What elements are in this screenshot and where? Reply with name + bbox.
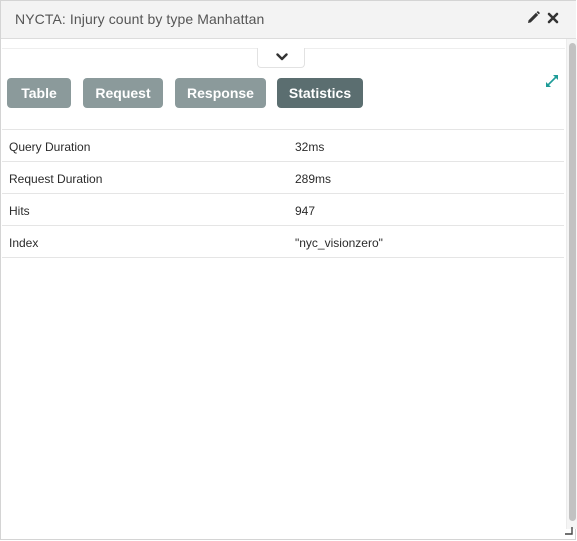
collapse-toggle[interactable] — [257, 48, 305, 68]
table-row: Hits 947 — [2, 194, 564, 226]
stat-value: 32ms — [295, 140, 325, 154]
stat-key: Hits — [9, 204, 30, 218]
stat-key: Request Duration — [9, 172, 103, 186]
pencil-icon[interactable] — [527, 11, 541, 25]
tab-table[interactable]: Table — [7, 78, 71, 108]
stat-value: 289ms — [295, 172, 332, 186]
stat-key: Query Duration — [9, 140, 91, 154]
table-row: Index "nyc_visionzero" — [2, 226, 564, 258]
visualization-panel: NYCTA: Injury count by type Manhattan Ta… — [0, 0, 577, 540]
stat-value: "nyc_visionzero" — [295, 236, 383, 250]
statistics-table: Query Duration 32ms Request Duration 289… — [2, 129, 564, 258]
table-row: Query Duration 32ms — [2, 130, 564, 162]
tab-request[interactable]: Request — [83, 78, 163, 108]
close-icon[interactable] — [547, 11, 561, 25]
tab-statistics[interactable]: Statistics — [277, 78, 363, 108]
tab-response[interactable]: Response — [175, 78, 266, 108]
panel-header: NYCTA: Injury count by type Manhattan — [1, 1, 576, 39]
expand-icon[interactable] — [545, 74, 559, 88]
vertical-scrollbar[interactable] — [566, 39, 577, 529]
chevron-down-icon — [276, 53, 288, 61]
scrollbar-thumb[interactable] — [569, 43, 576, 521]
stat-value: 947 — [295, 204, 316, 218]
table-row: Request Duration 289ms — [2, 162, 564, 194]
panel-title: NYCTA: Injury count by type Manhattan — [15, 11, 265, 27]
resize-handle-icon[interactable] — [565, 522, 573, 535]
stat-key: Index — [9, 236, 39, 250]
